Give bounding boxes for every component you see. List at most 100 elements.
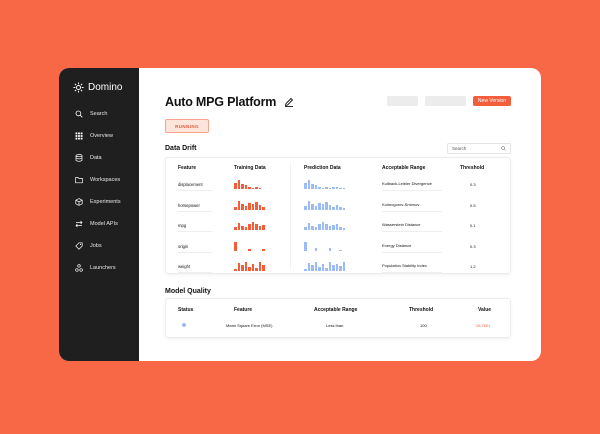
prediction-bar	[321, 264, 324, 271]
placeholder-line	[178, 210, 212, 212]
training-bar	[248, 202, 251, 210]
prediction-bar	[339, 266, 342, 271]
status-indicator	[182, 323, 186, 327]
training-bar	[248, 187, 251, 189]
sidebar-item-label: Model APIs	[90, 221, 118, 227]
prediction-bar	[332, 206, 335, 210]
placeholder-line	[382, 231, 442, 232]
col-threshold: Threshold	[460, 165, 485, 171]
data-drift-header: Data Drift Search	[165, 143, 511, 154]
sidebar: Domino Search Overview Data Workspaces E…	[59, 68, 139, 361]
placeholder-line	[178, 251, 212, 253]
tag-icon	[75, 242, 83, 250]
sidebar-item-workspaces[interactable]: Workspaces	[59, 169, 139, 191]
training-bar	[258, 226, 261, 230]
sidebar-item-overview[interactable]: Overview	[59, 125, 139, 147]
prediction-bar	[339, 227, 342, 230]
action-button-1[interactable]	[386, 96, 418, 106]
table-row[interactable]: mpg Wasserstein Distance 0.1	[166, 217, 510, 237]
training-bar	[258, 188, 261, 189]
mq-col-status: Status	[178, 307, 194, 313]
sidebar-item-launchers[interactable]: Launchers	[59, 257, 139, 279]
prediction-bar	[335, 187, 338, 189]
prediction-bar	[332, 187, 335, 189]
prediction-bar	[328, 188, 331, 189]
prediction-bar	[339, 206, 342, 210]
threshold-value: 0.3	[470, 182, 476, 187]
training-histogram	[234, 221, 265, 230]
data-drift-title: Data Drift	[165, 145, 197, 152]
prediction-bar	[332, 225, 335, 230]
col-range: Acceptable Range	[382, 165, 426, 171]
table-row[interactable]: weight Population Stability Index 1.2	[166, 258, 510, 278]
mq-col-value: Value	[478, 307, 492, 313]
prediction-bar	[332, 265, 335, 271]
training-bar	[241, 226, 244, 230]
col-feature: Feature	[178, 165, 197, 171]
acceptable-range: Kullback-Leibler Divergence	[382, 181, 432, 186]
training-bar	[241, 184, 244, 189]
prediction-bar	[314, 247, 317, 251]
training-bar	[258, 262, 261, 271]
prediction-bar	[311, 265, 314, 271]
brand[interactable]: Domino	[59, 82, 139, 93]
sidebar-item-model-apis[interactable]: Model APIs	[59, 213, 139, 235]
sidebar-item-label: Experiments	[90, 199, 121, 205]
sidebar-item-label: Search	[90, 111, 108, 117]
sidebar-item-jobs[interactable]: Jobs	[59, 235, 139, 257]
training-bar	[241, 203, 244, 210]
status-badge: RUNNING	[165, 119, 209, 133]
model-quality-table: Status Feature Acceptable Range Threshol…	[165, 298, 511, 338]
edit-pencil-icon[interactable]	[284, 97, 294, 107]
table-row[interactable]: origin Energy Distance 0.3	[166, 238, 510, 258]
prediction-bar	[325, 268, 328, 271]
prediction-bar	[325, 187, 328, 189]
training-bar	[255, 268, 258, 271]
prediction-bar	[304, 183, 307, 189]
grid-icon	[75, 132, 83, 140]
prediction-bar	[314, 185, 317, 189]
threshold-value: 0.5	[470, 202, 476, 208]
prediction-histogram	[304, 262, 345, 271]
prediction-histogram	[304, 180, 345, 189]
prediction-bar	[328, 262, 331, 271]
training-bar	[248, 267, 251, 271]
prediction-bar	[339, 188, 342, 189]
training-bar	[248, 224, 251, 230]
acceptable-range: Population Stability Index	[382, 263, 427, 268]
sidebar-item-label: Launchers	[90, 265, 116, 271]
training-bar	[234, 227, 237, 230]
prediction-bar	[342, 262, 345, 271]
sidebar-item-data[interactable]: Data	[59, 147, 139, 169]
domino-logo-icon	[73, 82, 84, 93]
table-row[interactable]: horsepower Kolmogorov-Smirnov 0.5	[166, 197, 510, 217]
prediction-bar	[328, 226, 331, 230]
training-histogram	[234, 262, 265, 271]
training-bar	[237, 200, 240, 210]
launcher-icon	[75, 264, 83, 272]
mq-col-feature: Feature	[234, 307, 253, 313]
search-input[interactable]: Search	[447, 143, 511, 154]
training-bar	[251, 203, 254, 210]
feature-name: origin	[178, 243, 189, 249]
prediction-bar	[325, 201, 328, 210]
training-bar	[251, 188, 254, 189]
prediction-bar	[318, 267, 321, 271]
main-content: Auto MPG Platform New Version RUNNING Da…	[139, 68, 541, 361]
new-version-button[interactable]: New Version	[472, 96, 511, 106]
mq-threshold: 100	[420, 323, 427, 328]
page-title: Auto MPG Platform	[165, 95, 277, 109]
cube-icon	[75, 198, 83, 206]
search-icon	[501, 146, 506, 151]
placeholder-line	[178, 272, 212, 273]
sidebar-item-experiments[interactable]: Experiments	[59, 191, 139, 213]
action-button-2[interactable]	[424, 96, 466, 106]
prediction-bar	[321, 188, 324, 189]
training-bar	[262, 206, 265, 210]
training-bar	[248, 248, 251, 251]
prediction-bar	[304, 205, 307, 210]
threshold-value: 0.3	[470, 243, 476, 249]
table-row[interactable]: displacement Kullback-Leibler Divergence 0…	[166, 176, 510, 196]
sidebar-item-search[interactable]: Search	[59, 103, 139, 125]
brand-name: Domino	[88, 82, 123, 93]
